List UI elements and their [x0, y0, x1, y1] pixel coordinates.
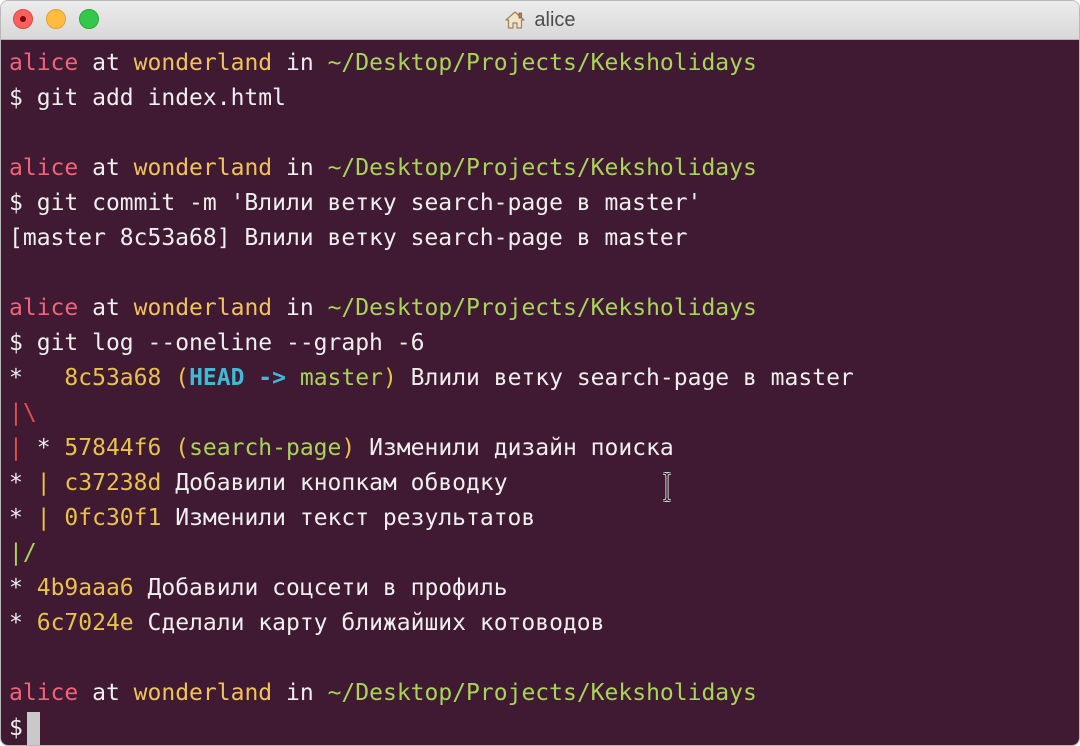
prompt-symbol: $ [9, 190, 23, 216]
prompt-user: alice [9, 50, 79, 76]
graph-pipe: | [36, 470, 51, 496]
log-row: | * 57844f6 (search-page) Изменили дизай… [9, 431, 1079, 466]
graph-star: * [22, 435, 65, 461]
terminal-output[interactable]: alice at wonderland in ~/Desktop/Project… [1, 40, 1079, 745]
ref-close: ) [341, 435, 356, 461]
prompt-symbol: $ [9, 85, 23, 111]
ibeam-cursor-icon [662, 472, 672, 502]
prompt-in: in [286, 295, 314, 321]
graph-star: * [9, 470, 37, 496]
prompt-symbol: $ [9, 715, 23, 741]
graph-star: * [9, 365, 23, 391]
commit-hash: c37238d [64, 470, 162, 496]
log-row: * 8c53a68 (HEAD -> master) Влили ветку s… [9, 361, 1079, 396]
prompt-line: alice at wonderland in ~/Desktop/Project… [9, 46, 1079, 81]
prompt-host: wonderland [133, 295, 273, 321]
title-bar: alice [1, 1, 1079, 40]
graph-star: * [9, 610, 23, 636]
command-text: git commit -m 'Влили ветку search-page в… [36, 190, 702, 216]
command-line: $ git log --oneline --graph -6 [9, 326, 1079, 361]
log-row: * 6c7024e Сделали карту ближайших котово… [9, 606, 1079, 641]
commit-hash: 8c53a68 [64, 365, 162, 391]
output-line: [master 8c53a68] Влили ветку search-page… [9, 221, 1079, 256]
prompt-path: ~/Desktop/Projects/Keksholidays [327, 155, 757, 181]
graph-star: * [9, 505, 37, 531]
terminal-window: alice alice at wonderland in ~/Desktop/P… [0, 0, 1080, 746]
commit-message: Изменили дизайн поиска [369, 435, 674, 461]
commit-message: Изменили текст результатов [175, 505, 536, 531]
log-row: * | c37238d Добавили кнопкам обводку [9, 466, 1079, 501]
log-row: * 4b9aaa6 Добавили соцсети в профиль [9, 571, 1079, 606]
ref-arrow: -> [244, 365, 300, 391]
prompt-user: alice [9, 155, 79, 181]
prompt-at: at [92, 295, 120, 321]
commit-message: Влили ветку search-page в master [410, 365, 854, 391]
prompt-path: ~/Desktop/Projects/Keksholidays [327, 295, 757, 321]
prompt-line: alice at wonderland in ~/Desktop/Project… [9, 676, 1079, 711]
command-line: $ git add index.html [9, 81, 1079, 116]
prompt-symbol: $ [9, 330, 23, 356]
input-line[interactable]: $ [9, 711, 1079, 745]
prompt-host: wonderland [133, 155, 273, 181]
commit-message: Добавили соцсети в профиль [147, 575, 508, 601]
command-line: $ git commit -m 'Влили ветку search-page… [9, 186, 1079, 221]
branch-ref: master [299, 365, 383, 391]
commit-hash: 6c7024e [36, 610, 134, 636]
graph-star: * [9, 575, 23, 601]
graph-branch-out: |\ [9, 400, 37, 426]
ref-close: ) [382, 365, 397, 391]
commit-hash: 0fc30f1 [64, 505, 162, 531]
commit-hash: 4b9aaa6 [36, 575, 134, 601]
graph-pipe: | [36, 505, 51, 531]
commit-result-text: [master 8c53a68] Влили ветку search-page… [9, 225, 688, 251]
home-icon [505, 11, 526, 29]
prompt-in: in [286, 50, 314, 76]
prompt-in: in [286, 680, 314, 706]
command-text: git log --oneline --graph -6 [36, 330, 425, 356]
window-title: alice [1, 1, 1079, 39]
graph-pipe: | [9, 435, 23, 461]
graph-line: |\ [9, 396, 1079, 431]
graph-line: |/ [9, 536, 1079, 571]
commit-message: Сделали карту ближайших котоводов [147, 610, 605, 636]
prompt-at: at [92, 50, 120, 76]
branch-ref: search-page [189, 435, 342, 461]
prompt-user: alice [9, 680, 79, 706]
prompt-at: at [92, 680, 120, 706]
commit-message: Добавили кнопкам обводку [175, 470, 508, 496]
prompt-path: ~/Desktop/Projects/Keksholidays [327, 680, 757, 706]
log-row: * | 0fc30f1 Изменили текст результатов [9, 501, 1079, 536]
prompt-host: wonderland [133, 50, 273, 76]
prompt-user: alice [9, 295, 79, 321]
graph-merge-in: |/ [9, 540, 37, 566]
ref-open: ( [175, 365, 190, 391]
prompt-path: ~/Desktop/Projects/Keksholidays [327, 50, 757, 76]
text-cursor [26, 711, 40, 745]
commit-hash: 57844f6 [64, 435, 162, 461]
window-title-text: alice [534, 8, 576, 31]
prompt-line: alice at wonderland in ~/Desktop/Project… [9, 151, 1079, 186]
prompt-line: alice at wonderland in ~/Desktop/Project… [9, 291, 1079, 326]
head-ref: HEAD [189, 365, 245, 391]
prompt-host: wonderland [133, 680, 273, 706]
prompt-at: at [92, 155, 120, 181]
command-text: git add index.html [36, 85, 286, 111]
ref-open: ( [175, 435, 190, 461]
prompt-in: in [286, 155, 314, 181]
